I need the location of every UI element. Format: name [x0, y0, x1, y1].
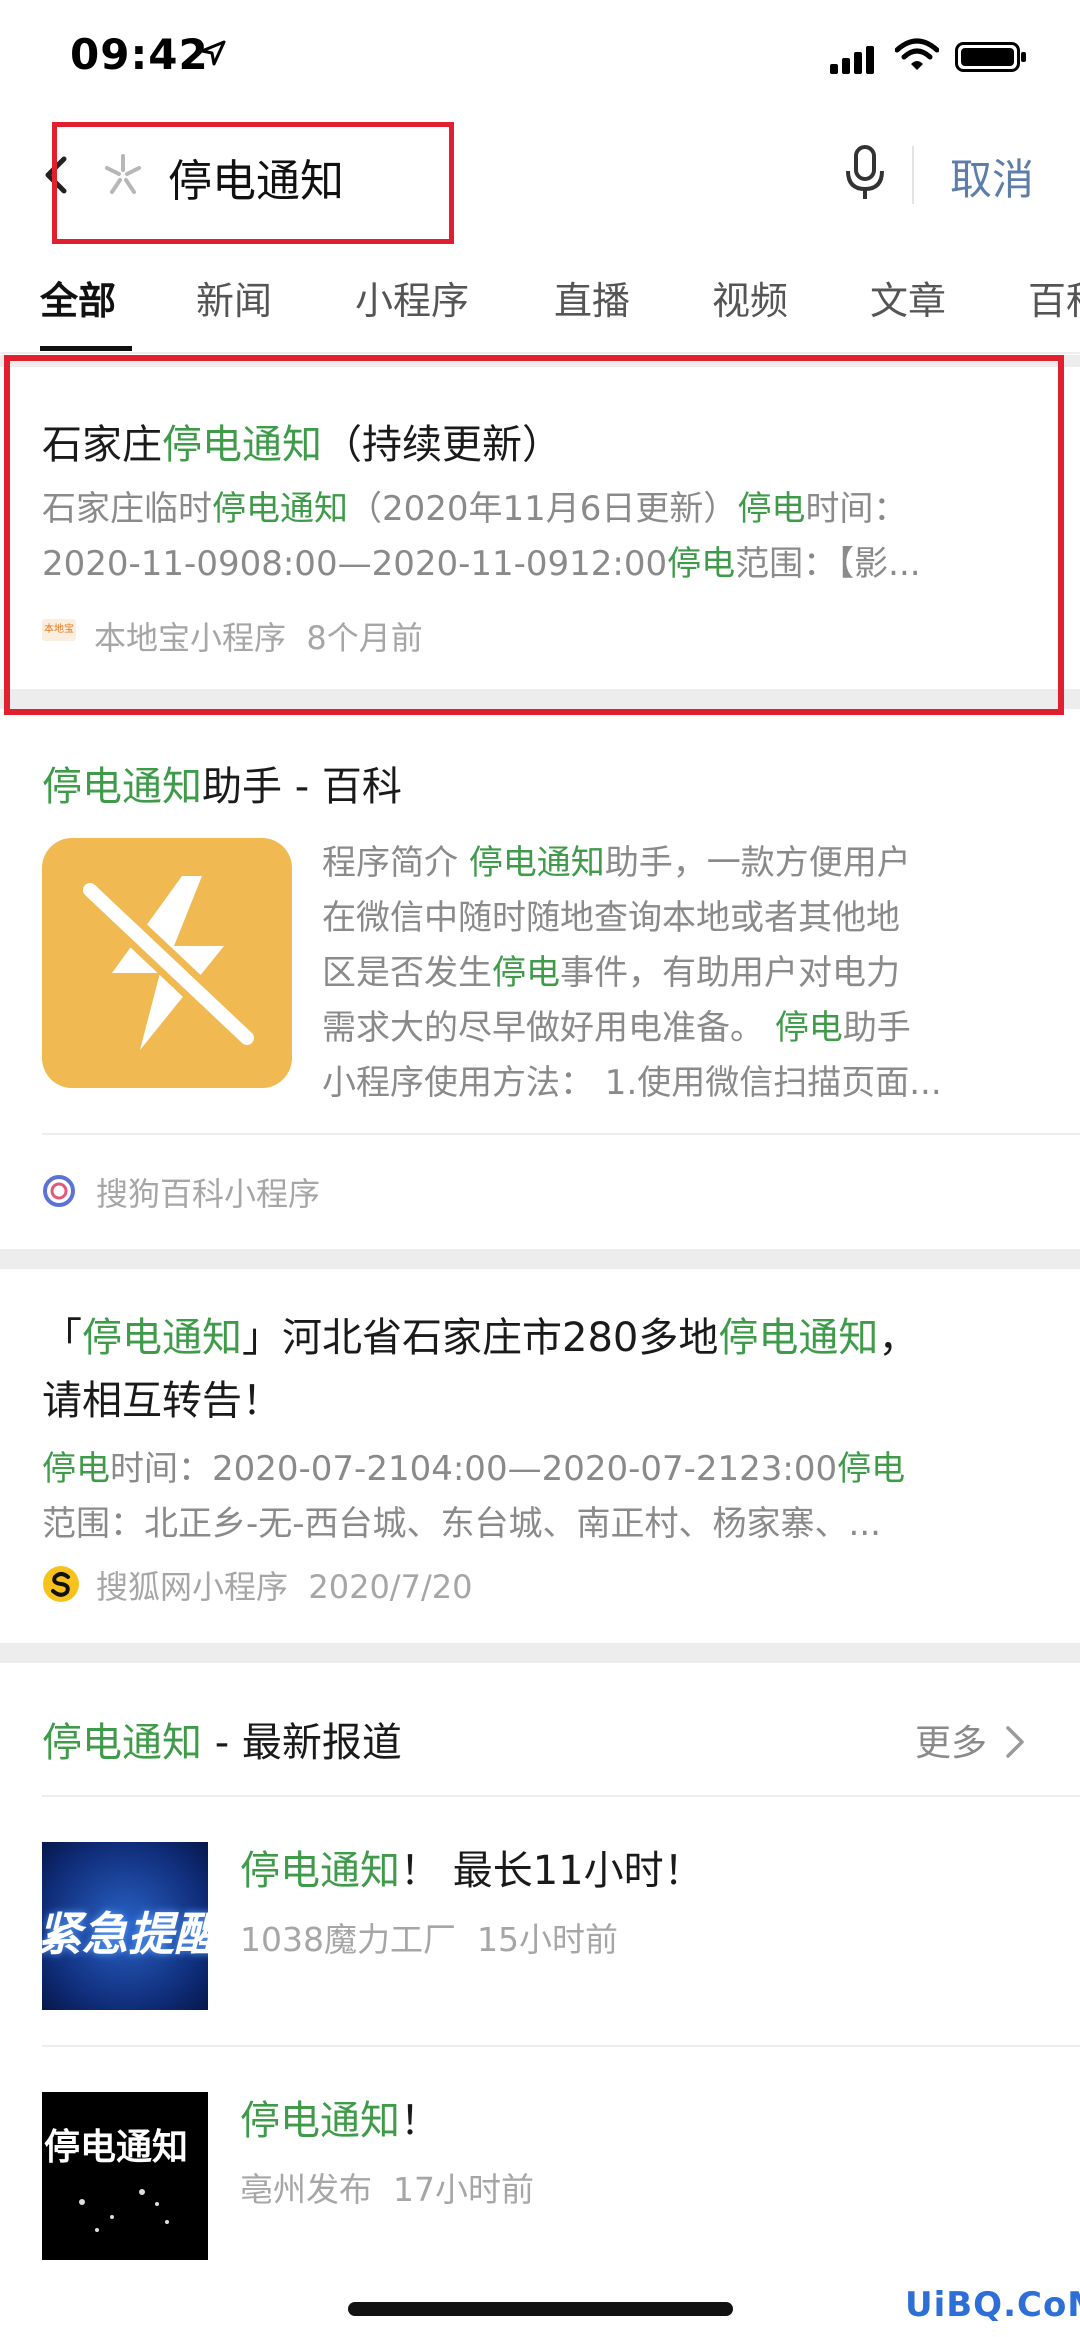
- news-section-header: 停电通知 - 最新报道: [42, 1720, 402, 1766]
- wifi-icon: [895, 38, 939, 70]
- sogou-baike-icon: [43, 1175, 75, 1207]
- result-title-line-1: 「停电通知」河北省石家庄市280多地停电通知，: [42, 1315, 919, 1361]
- result-snippet-line-1: 停电时间：2020-07-2104:00—2020-07-2123:00停电: [42, 1449, 906, 1489]
- location-arrow-icon: [200, 40, 226, 66]
- result-source: 搜狗百科小程序: [96, 1175, 321, 1213]
- cellular-signal-icon: [830, 46, 874, 74]
- section-separator: [0, 1643, 1080, 1663]
- microphone-icon[interactable]: [845, 145, 885, 201]
- tab-mini-programs[interactable]: 小程序: [355, 270, 469, 325]
- result-source: 搜狐网小程序 2020/7/20: [96, 1568, 473, 1606]
- news-thumbnail: 紧急提醒: [42, 1842, 208, 2010]
- status-time: 09:42: [70, 30, 209, 79]
- cancel-button[interactable]: 取消: [950, 146, 1034, 207]
- result-snippet-line-2: 范围：北正乡-无-西台城、东台城、南正村、杨家寨、...: [42, 1504, 881, 1544]
- thumbnail-caption: 停电通知: [44, 2127, 189, 2168]
- search-divider: [912, 146, 914, 204]
- baike-desc-line-3: 区是否发生停电事件，有助用户对电力: [322, 953, 900, 993]
- divider: [42, 1795, 1080, 1797]
- section-separator: [0, 1249, 1080, 1269]
- news-thumbnail: 停电通知: [42, 2092, 208, 2260]
- news-title: 停电通知！ 最长11小时！: [240, 1848, 704, 1894]
- tab-encyclopedia[interactable]: 百科: [1028, 270, 1080, 325]
- scattered-marks: [79, 2189, 169, 2232]
- tab-all[interactable]: 全部: [40, 270, 116, 325]
- tab-videos[interactable]: 视频: [712, 270, 788, 325]
- active-tab-indicator: [40, 346, 132, 351]
- watermark: UiBQ.CoM: [905, 2285, 1080, 2325]
- lightning-off-icon: [76, 876, 261, 1052]
- news-meta: 亳州发布 17小时前: [240, 2170, 534, 2209]
- result-title-line-2: 请相互转告！: [42, 1378, 282, 1424]
- baike-desc-line-5: 小程序使用方法： 1.使用微信扫描页面...: [322, 1063, 942, 1103]
- baike-desc-line-1: 程序简介 停电通知助手，一款方便用户: [322, 843, 911, 883]
- news-meta: 1038魔力工厂 15小时前: [240, 1920, 618, 1959]
- sohu-logo-icon: [43, 1566, 79, 1602]
- result-title: 停电通知助手 - 百科: [42, 764, 402, 810]
- thumbnail-caption: 紧急提醒: [42, 1907, 208, 1961]
- tabs-bottom-border: [0, 352, 1080, 354]
- battery-icon: [955, 42, 1026, 72]
- tab-articles[interactable]: 文章: [870, 270, 946, 325]
- search-highlight-box: [52, 122, 454, 244]
- baike-desc-line-2: 在微信中随时随地查询本地或者其他地: [322, 898, 900, 938]
- news-title: 停电通知！: [240, 2098, 440, 2144]
- app-icon-tile: [42, 838, 292, 1088]
- divider: [42, 2045, 1080, 2047]
- home-indicator: [348, 2302, 733, 2316]
- result-highlight-box: [4, 355, 1064, 715]
- tab-live[interactable]: 直播: [554, 270, 630, 325]
- chevron-right-icon: [1006, 1726, 1025, 1758]
- baike-desc-line-4: 需求大的尽早做好用电准备。 停电助手: [322, 1008, 911, 1048]
- more-link[interactable]: 更多: [915, 1714, 1026, 1766]
- filter-tabs: 全部 新闻 小程序 直播 视频 文章 百科: [0, 258, 1080, 354]
- result-card-3[interactable]: 「停电通知」河北省石家庄市280多地停电通知， 请相互转告！ 停电时间：2020…: [0, 1269, 1080, 1643]
- divider: [42, 1133, 1080, 1135]
- tab-news[interactable]: 新闻: [196, 270, 272, 325]
